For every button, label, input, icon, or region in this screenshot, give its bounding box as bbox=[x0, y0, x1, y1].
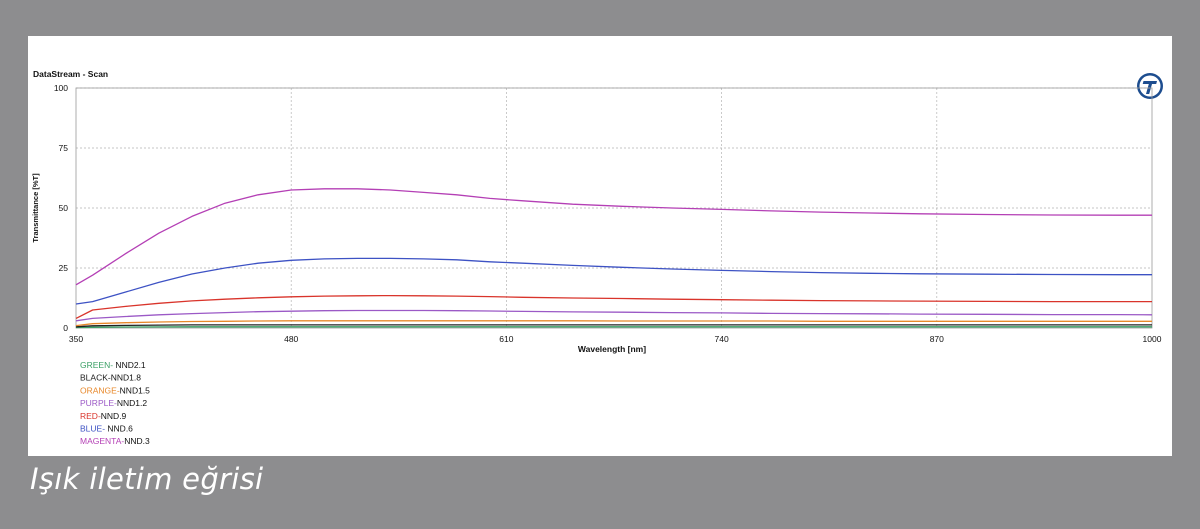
legend-series-code: NND1.5 bbox=[120, 385, 151, 395]
legend-entry: ORANGE-NND1.5 bbox=[80, 385, 150, 395]
chart: DataStream - Scan 0 25 50 75 100 350 480 610 740… bbox=[31, 69, 1163, 446]
legend-color-label: RED- bbox=[80, 411, 101, 421]
grid-lines bbox=[76, 87, 1152, 328]
series-line-purple bbox=[75, 309, 1153, 322]
legend-color-label: PURPLE- bbox=[80, 398, 117, 408]
legend-series-code: NND1.2 bbox=[117, 398, 148, 408]
x-tick-label: 480 bbox=[284, 334, 298, 344]
legend-color-label: GREEN- bbox=[80, 360, 113, 370]
legend-color-label: BLACK- bbox=[80, 373, 111, 383]
legend-series-code: NND1.8 bbox=[111, 373, 142, 383]
series-line-green bbox=[75, 326, 1152, 329]
x-tick-label: 740 bbox=[715, 334, 729, 344]
y-tick-label: 100 bbox=[54, 83, 68, 93]
x-tick-label: 870 bbox=[930, 334, 944, 344]
legend-entry: GREEN- NND2.1 bbox=[80, 360, 146, 370]
x-axis-label: Wavelength [nm] bbox=[578, 344, 646, 354]
y-axis-label: Transmittance [%T] bbox=[31, 173, 40, 243]
x-tick-label: 1000 bbox=[1143, 334, 1162, 344]
logo-t-circle-icon bbox=[1137, 73, 1163, 99]
x-tick-label: 610 bbox=[499, 334, 513, 344]
chart-title: DataStream - Scan bbox=[33, 69, 108, 79]
legend: GREEN- NND2.1BLACK-NND1.8ORANGE-NND1.5PU… bbox=[80, 360, 150, 446]
series-line-red bbox=[75, 294, 1152, 319]
legend-color-label: ORANGE- bbox=[80, 385, 120, 395]
chart-panel: DataStream - Scan 0 25 50 75 100 350 480 610 740… bbox=[28, 36, 1172, 456]
legend-entry: BLACK-NND1.8 bbox=[80, 373, 141, 383]
y-tick-label: 0 bbox=[63, 323, 68, 333]
series-line-blue bbox=[75, 257, 1152, 305]
legend-entry: BLUE- NND.6 bbox=[80, 424, 133, 434]
legend-series-code: NND.3 bbox=[124, 436, 150, 446]
legend-color-label: MAGENTA- bbox=[80, 436, 124, 446]
legend-color-label: BLUE- bbox=[80, 424, 105, 434]
y-tick-label: 25 bbox=[59, 263, 69, 273]
legend-series-code: NND.9 bbox=[101, 411, 127, 421]
legend-series-code: NND.6 bbox=[105, 424, 133, 434]
legend-series-code: NND2.1 bbox=[113, 360, 146, 370]
tick-labels: 0 25 50 75 100 350 480 610 740 870 1000 bbox=[54, 83, 1162, 344]
legend-entry: MAGENTA-NND.3 bbox=[80, 436, 150, 446]
data-series bbox=[75, 188, 1153, 329]
legend-entry: PURPLE-NND1.2 bbox=[80, 398, 147, 408]
legend-entry: RED-NND.9 bbox=[80, 411, 127, 421]
figure-caption: Işık iletim eğrisi bbox=[30, 462, 264, 496]
y-tick-label: 50 bbox=[59, 203, 69, 213]
series-line-magenta bbox=[75, 188, 1152, 286]
y-tick-label: 75 bbox=[59, 143, 69, 153]
x-tick-label: 350 bbox=[69, 334, 83, 344]
